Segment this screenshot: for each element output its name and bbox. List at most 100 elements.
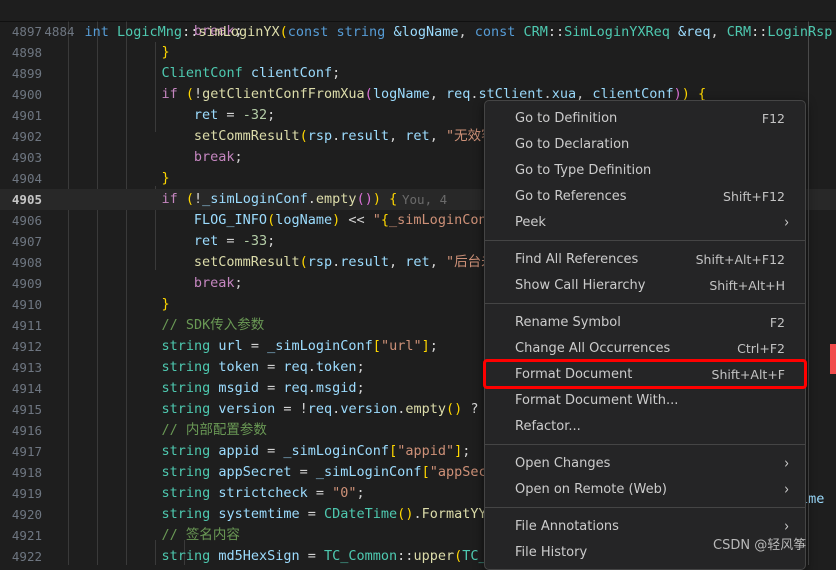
code-token: logName: [372, 86, 430, 102]
code-line-content: // 签名内容: [161, 525, 239, 546]
code-token: clientConf: [250, 65, 333, 81]
menu-item-go-to-references[interactable]: Go to References Shift+F12: [485, 183, 805, 209]
sticky-line-code: int LogicMng::simLoginYX(const string &l…: [85, 24, 836, 40]
line-number: 4907: [11, 234, 42, 249]
code-token: ;: [356, 380, 365, 396]
code-token: setCommResult: [193, 254, 300, 270]
code-line-content: string md5HexSign = TC_Common::upper(TC_…: [161, 546, 502, 565]
line-number: 4917: [11, 444, 42, 459]
menu-item-label: Format Document With...: [515, 392, 679, 408]
menu-item-label: Show Call Hierarchy: [515, 277, 646, 293]
code-line-content: setCommResult(rsp.result, ret, "无效客户: [194, 126, 508, 147]
code-token: !: [193, 191, 203, 207]
menu-item-rename-symbol[interactable]: Rename Symbol F2: [485, 309, 805, 335]
menu-item-go-to-declaration[interactable]: Go to Declaration: [485, 131, 805, 157]
menu-item-change-all-occurrences[interactable]: Change All Occurrences Ctrl+F2: [485, 335, 805, 361]
editor-context-menu[interactable]: Go to Definition F12 Go to Declaration Go t…: [483, 100, 807, 570]
code-token: [: [389, 443, 398, 459]
line-number: 4901: [11, 108, 42, 123]
code-token: ,: [389, 254, 406, 270]
code-token: systemtime: [218, 506, 308, 522]
menu-item-peek[interactable]: Peek ›: [485, 209, 805, 235]
menu-item-format-document[interactable]: Format Document Shift+Alt+F: [483, 359, 807, 389]
menu-item-shortcut: Shift+Alt+F12: [695, 251, 785, 267]
menu-item-open-changes[interactable]: Open Changes ›: [485, 450, 805, 476]
code-token: ;: [267, 233, 276, 249]
code-line[interactable]: 4898}: [0, 42, 836, 63]
code-token: appid: [218, 443, 268, 459]
code-line-content: break;: [194, 273, 243, 294]
code-token: string: [161, 380, 219, 396]
code-token: (: [299, 254, 308, 270]
code-token: req: [283, 380, 308, 396]
code-token: ret: [405, 254, 430, 270]
menu-item-label: Go to Definition: [515, 110, 618, 126]
menu-item-find-all-references[interactable]: Find All References Shift+Alt+F12: [485, 246, 805, 272]
code-token: string: [161, 401, 219, 417]
menu-item-show-call-hierarchy[interactable]: Show Call Hierarchy Shift+Alt+H: [485, 272, 805, 298]
code-token: string: [161, 506, 219, 522]
code-token: (: [454, 548, 463, 564]
code-token: req: [445, 86, 471, 102]
code-token: (: [364, 86, 373, 102]
line-number: 4921: [11, 528, 42, 543]
code-token: token: [315, 359, 357, 375]
code-token: (: [185, 191, 194, 207]
watermark-text: CSDN @轻风筝: [713, 538, 807, 553]
code-line-content: if (!_simLoginConf.empty()) {: [161, 189, 397, 210]
code-token: appSecret: [218, 464, 300, 480]
code-token: if: [161, 191, 186, 207]
line-number: 4918: [11, 465, 42, 480]
line-number: 4910: [11, 297, 42, 312]
code-token: simLoginYX: [198, 24, 280, 40]
code-line[interactable]: 4899 ClientConf clientConf;: [0, 63, 836, 84]
code-token: md5HexSign: [218, 548, 308, 564]
line-number: 4904: [11, 171, 42, 186]
code-token: =: [315, 485, 333, 501]
menu-item-label: Open on Remote (Web): [515, 481, 667, 497]
code-token: token: [218, 359, 268, 375]
code-token: &logName: [393, 24, 459, 40]
code-token: }: [161, 170, 170, 186]
menu-item-format-document-with[interactable]: Format Document With...: [485, 387, 805, 413]
code-token: =: [267, 380, 284, 396]
code-token: _simLoginConf: [389, 212, 495, 228]
code-token: url: [218, 338, 251, 354]
code-token: ;: [332, 65, 341, 81]
menu-item-go-to-definition[interactable]: Go to Definition F12: [485, 105, 805, 131]
menu-item-go-to-type-definition[interactable]: Go to Type Definition: [485, 157, 805, 183]
code-token: string: [161, 338, 219, 354]
scroll-error-marker[interactable]: [830, 344, 836, 374]
code-line-content: string appid = _simLoginConf["appid"];: [161, 441, 470, 462]
line-number: 4920: [11, 507, 42, 522]
code-token: // 签名内容: [161, 527, 240, 543]
code-token: -32: [242, 107, 268, 123]
sticky-scroll-header[interactable]: 4884 int LogicMng::simLoginYX(const strin…: [0, 0, 836, 40]
code-token: ::: [751, 24, 768, 40]
menu-item-refactor[interactable]: Refactor...: [485, 413, 805, 439]
code-token: ): [372, 191, 381, 207]
code-token: ?: [462, 401, 487, 417]
menu-item-open-on-remote-web[interactable]: Open on Remote (Web) ›: [485, 476, 805, 502]
code-token: setCommResult: [193, 128, 300, 144]
menu-item-label: Find All References: [515, 251, 639, 267]
code-token: SimLoginYXReq: [564, 24, 678, 40]
code-token: ret: [193, 107, 227, 123]
code-token: const: [287, 24, 337, 40]
line-number: 4922: [11, 549, 42, 564]
code-line-content: setCommResult(rsp.result, ret, "后台未配: [194, 252, 508, 273]
code-token: getClientConfFromXua: [202, 86, 365, 102]
menu-item-label: Rename Symbol: [515, 314, 621, 330]
code-token: !: [299, 401, 308, 417]
code-token: strictcheck: [218, 485, 316, 501]
menu-item-label: Go to References: [515, 188, 627, 204]
code-token: LogicMng: [117, 24, 183, 40]
code-token: (: [299, 128, 308, 144]
code-token: TC_Common: [324, 548, 398, 564]
code-line-content: ret = -33;: [194, 231, 275, 252]
code-token: .: [413, 506, 422, 522]
code-token: ClientConf: [161, 65, 251, 81]
code-token: ;: [462, 443, 471, 459]
inline-blame-annotation[interactable]: You, 4: [402, 189, 447, 210]
code-token: }: [161, 296, 170, 312]
